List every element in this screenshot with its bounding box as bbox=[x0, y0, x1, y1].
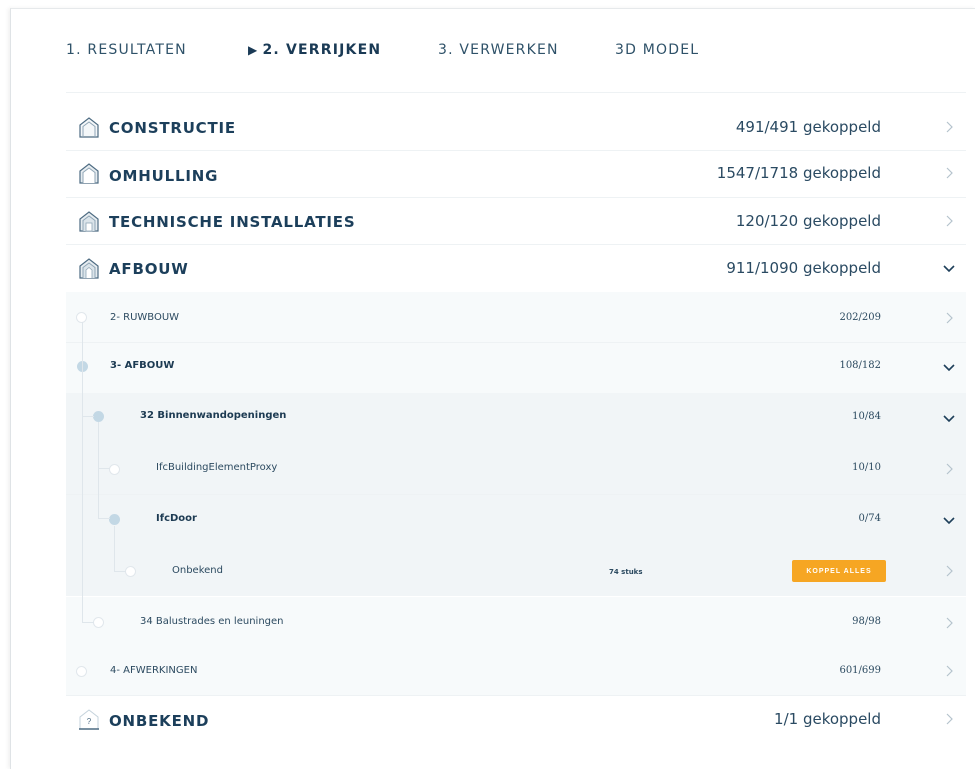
tree-node-icon bbox=[76, 666, 87, 677]
category-count: 1547/1718 gekoppeld bbox=[716, 164, 881, 182]
subrow-3-afbouw[interactable]: 3- AFBOUW 108/182 bbox=[66, 343, 966, 393]
subrow-count: 98/98 bbox=[852, 616, 881, 627]
unknown-building-icon: ? bbox=[79, 709, 99, 730]
tree-node-icon bbox=[93, 411, 104, 422]
building-envelope-icon bbox=[79, 163, 99, 184]
chevron-right-icon[interactable] bbox=[942, 120, 956, 134]
subrow-balustrades[interactable]: 34 Balustrades en leuningen 98/98 bbox=[66, 597, 966, 647]
tab-3d-model[interactable]: 3D MODEL bbox=[615, 42, 699, 58]
category-label: TECHNISCHE INSTALLATIES bbox=[109, 213, 356, 231]
subrow-label: 4- AFWERKINGEN bbox=[110, 665, 198, 676]
category-row-omhulling[interactable]: OMHULLING 1547/1718 gekoppeld bbox=[66, 151, 966, 197]
koppel-alles-button[interactable]: KOPPEL ALLES bbox=[792, 560, 886, 582]
tree-node-icon bbox=[109, 514, 120, 525]
chevron-right-icon[interactable] bbox=[942, 712, 956, 726]
chevron-right-icon[interactable] bbox=[942, 664, 956, 678]
subrow-label: Onbekend bbox=[172, 565, 223, 576]
pieces-count: 74 stuks bbox=[609, 568, 643, 576]
tab-verwerken[interactable]: 3. VERWERKEN bbox=[438, 42, 559, 58]
tab-verrijken-label: 2. VERRIJKEN bbox=[262, 42, 382, 58]
subrow-count: 108/182 bbox=[839, 360, 881, 371]
tab-verrijken[interactable]: ▶ 2. VERRIJKEN bbox=[248, 42, 381, 58]
category-label: ONBEKEND bbox=[109, 712, 210, 730]
category-label: CONSTRUCTIE bbox=[109, 119, 236, 137]
subrow-count: 202/209 bbox=[839, 312, 881, 323]
chevron-down-icon[interactable] bbox=[942, 360, 956, 374]
subrow-count: 10/84 bbox=[852, 411, 881, 422]
subrow-ifcdoor[interactable]: IfcDoor 0/74 bbox=[66, 495, 966, 545]
subrow-label: 3- AFBOUW bbox=[110, 360, 175, 371]
category-row-onbekend[interactable]: ? ONBEKEND 1/1 gekoppeld bbox=[66, 696, 966, 742]
building-finishing-icon bbox=[79, 258, 99, 279]
category-row-technische-installaties[interactable]: TECHNISCHE INSTALLATIES 120/120 gekoppel… bbox=[66, 198, 966, 244]
category-count: 1/1 gekoppeld bbox=[774, 710, 881, 728]
tree-node-icon bbox=[93, 617, 104, 628]
subrow-label: 2- RUWBOUW bbox=[110, 312, 180, 323]
subrow-label: IfcBuildingElementProxy bbox=[156, 462, 278, 473]
subrow-afwerkingen[interactable]: 4- AFWERKINGEN 601/699 bbox=[66, 647, 966, 695]
subrow-count: 601/699 bbox=[839, 665, 881, 676]
tree-connector bbox=[98, 518, 110, 519]
subrow-onbekend[interactable]: Onbekend 74 stuks KOPPEL ALLES bbox=[66, 545, 966, 596]
subrow-ifcbuildingelementproxy[interactable]: IfcBuildingElementProxy 10/10 bbox=[66, 443, 966, 494]
category-count: 491/491 gekoppeld bbox=[735, 118, 881, 136]
subrow-label: IfcDoor bbox=[156, 513, 197, 524]
subrow-binnenwandopeningen[interactable]: 32 Binnenwandopeningen 10/84 bbox=[66, 393, 966, 443]
tree-connector bbox=[98, 468, 110, 469]
tree-connector bbox=[82, 416, 94, 417]
tree-node-icon bbox=[125, 566, 136, 577]
subrow-count: 0/74 bbox=[858, 513, 881, 524]
category-label: OMHULLING bbox=[109, 167, 219, 185]
unknown-glyph: ? bbox=[87, 717, 92, 726]
chevron-down-icon[interactable] bbox=[942, 513, 956, 527]
category-row-afbouw[interactable]: AFBOUW 911/1090 gekoppeld bbox=[66, 245, 966, 291]
subrow-label: 32 Binnenwandopeningen bbox=[140, 410, 287, 421]
chevron-right-icon[interactable] bbox=[942, 616, 956, 630]
building-outline-icon bbox=[79, 117, 99, 138]
tree-connector bbox=[114, 526, 115, 571]
chevron-right-icon[interactable] bbox=[942, 462, 956, 476]
subrow-ruwbouw[interactable]: 2- RUWBOUW 202/209 bbox=[66, 292, 966, 342]
category-label: AFBOUW bbox=[109, 260, 189, 278]
tree-connector bbox=[114, 571, 126, 572]
chevron-right-icon[interactable] bbox=[942, 214, 956, 228]
play-icon: ▶ bbox=[248, 43, 259, 57]
tree-connector bbox=[98, 422, 99, 518]
tab-resultaten[interactable]: 1. RESULTATEN bbox=[66, 42, 187, 58]
divider bbox=[66, 92, 966, 93]
chevron-right-icon[interactable] bbox=[942, 166, 956, 180]
chevron-right-icon[interactable] bbox=[942, 564, 956, 578]
tree-node-icon bbox=[109, 464, 120, 475]
tree-connector bbox=[82, 622, 94, 623]
category-count: 911/1090 gekoppeld bbox=[726, 259, 881, 277]
chevron-down-icon[interactable] bbox=[942, 261, 956, 275]
subrow-count: 10/10 bbox=[852, 462, 881, 473]
tree-connector bbox=[82, 322, 83, 366]
chevron-down-icon[interactable] bbox=[942, 411, 956, 425]
tree-connector bbox=[82, 366, 83, 622]
chevron-right-icon[interactable] bbox=[942, 311, 956, 325]
category-count: 120/120 gekoppeld bbox=[735, 212, 881, 230]
subrow-label: 34 Balustrades en leuningen bbox=[140, 616, 284, 627]
building-installations-icon bbox=[79, 211, 99, 232]
category-row-constructie[interactable]: CONSTRUCTIE 491/491 gekoppeld bbox=[66, 104, 966, 150]
